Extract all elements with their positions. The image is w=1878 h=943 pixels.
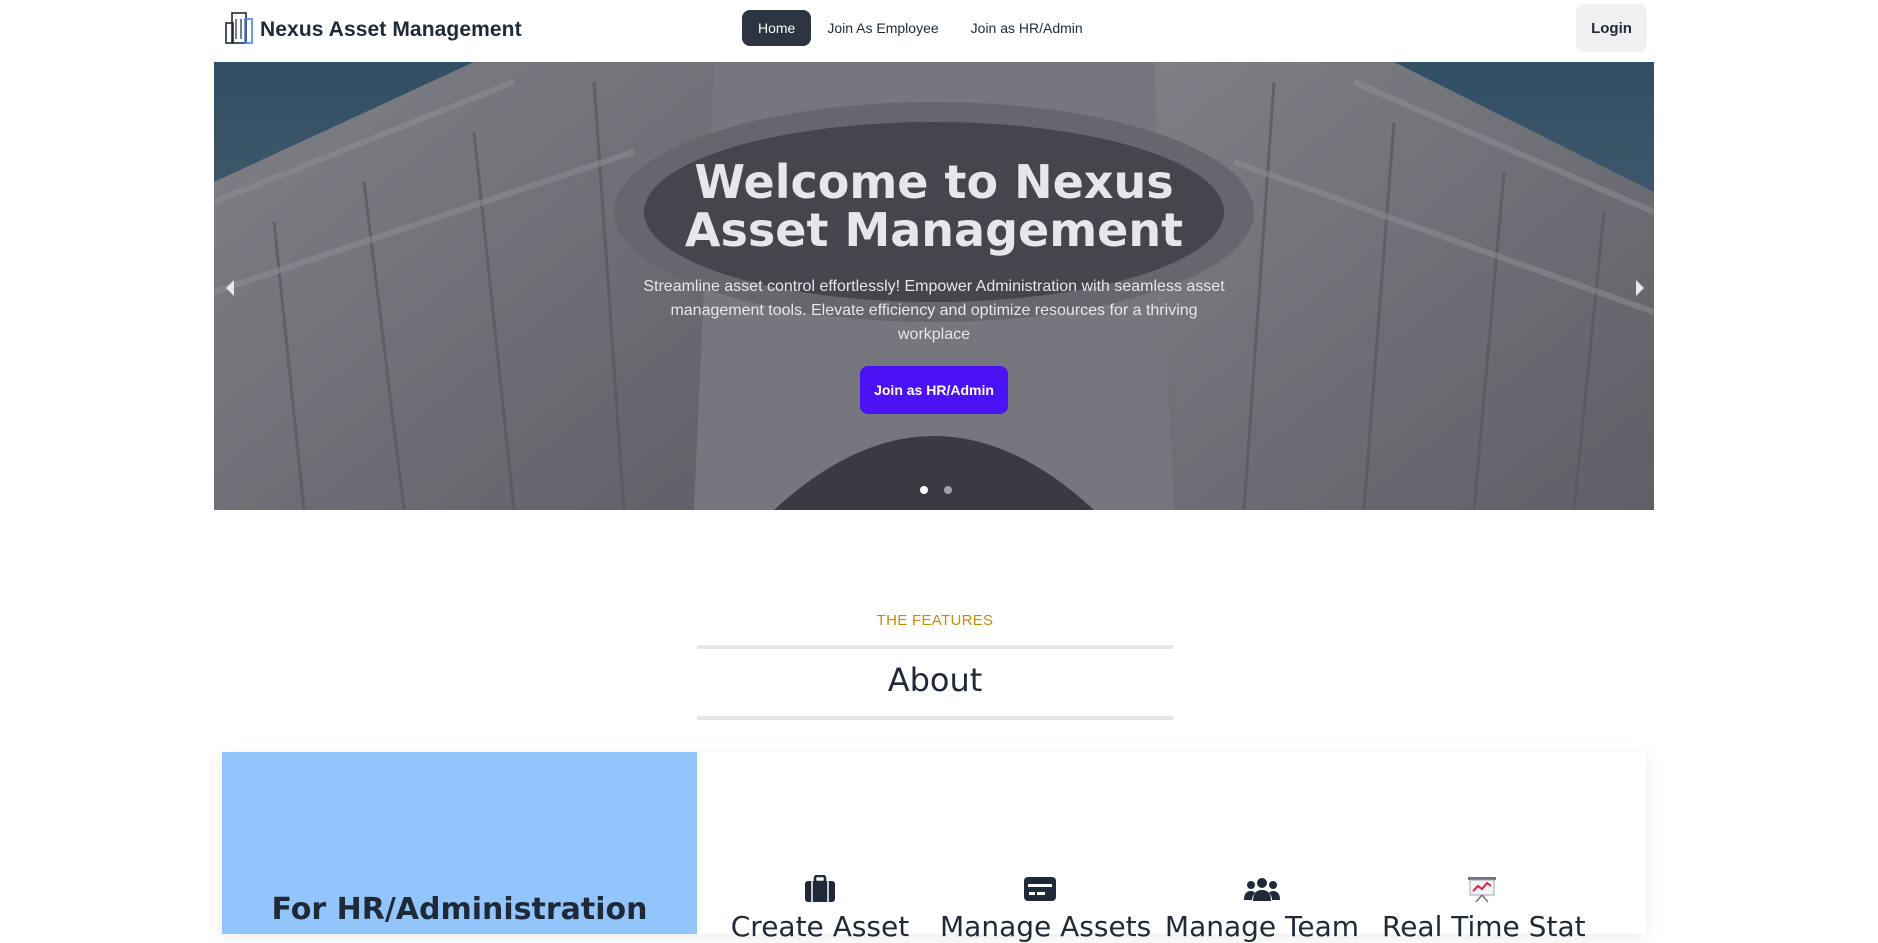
feature-label: Manage Assets (940, 910, 1152, 943)
briefcase-icon (720, 874, 920, 904)
side-panel-title: For HR/Administration (271, 892, 648, 927)
brand[interactable]: Nexus Asset Management (224, 10, 522, 50)
feature-card-create-asset: Create Asset (720, 874, 920, 943)
brand-title: Nexus Asset Management (260, 18, 522, 41)
hero-title: Welcome to Nexus Asset Management (684, 155, 1184, 257)
feature-card-manage-assets: Manage Assets (940, 874, 1152, 943)
carousel-dot[interactable] (920, 486, 928, 494)
divider (697, 645, 1173, 649)
navbar: Nexus Asset Management Home Join As Empl… (0, 0, 1878, 62)
hr-admin-side-panel: For HR/Administration (222, 752, 697, 934)
features-title: About (887, 661, 983, 699)
feature-label: Create Asset (730, 910, 910, 943)
carousel-dot[interactable] (944, 486, 952, 494)
hero-subtitle: Streamline asset control effortlessly! E… (643, 278, 1225, 343)
feature-label: Real Time Stat (1382, 910, 1586, 943)
feature-card-manage-team: Manage Team (1162, 874, 1362, 943)
feature-card-real-time-stat: Real Time Stat (1382, 874, 1586, 943)
feature-label: Manage Team (1164, 910, 1360, 943)
nav-home[interactable]: Home (742, 10, 812, 46)
features-eyebrow: THE FEATURES (876, 612, 994, 629)
card-icon (940, 874, 1140, 904)
chart-presentation-icon (1382, 874, 1582, 904)
nav-join-hr-admin[interactable]: Join as HR/Admin (955, 10, 1099, 46)
carousel-indicators (920, 486, 952, 494)
main-nav: Home Join As Employee Join as HR/Admin (742, 10, 1099, 46)
users-icon (1162, 874, 1362, 904)
nav-join-employee[interactable]: Join As Employee (811, 10, 954, 46)
carousel-next-arrow[interactable] (1636, 280, 1644, 296)
hero-carousel: Welcome to Nexus Asset Management Stream… (214, 62, 1654, 510)
buildings-icon (224, 11, 254, 50)
login-button[interactable]: Login (1576, 4, 1647, 52)
features-panel: For HR/Administration Create Asset Manag… (222, 752, 1646, 943)
hero-join-hr-admin-button[interactable]: Join as HR/Admin (860, 366, 1008, 414)
carousel-prev-arrow[interactable] (226, 280, 234, 296)
divider (697, 716, 1173, 720)
